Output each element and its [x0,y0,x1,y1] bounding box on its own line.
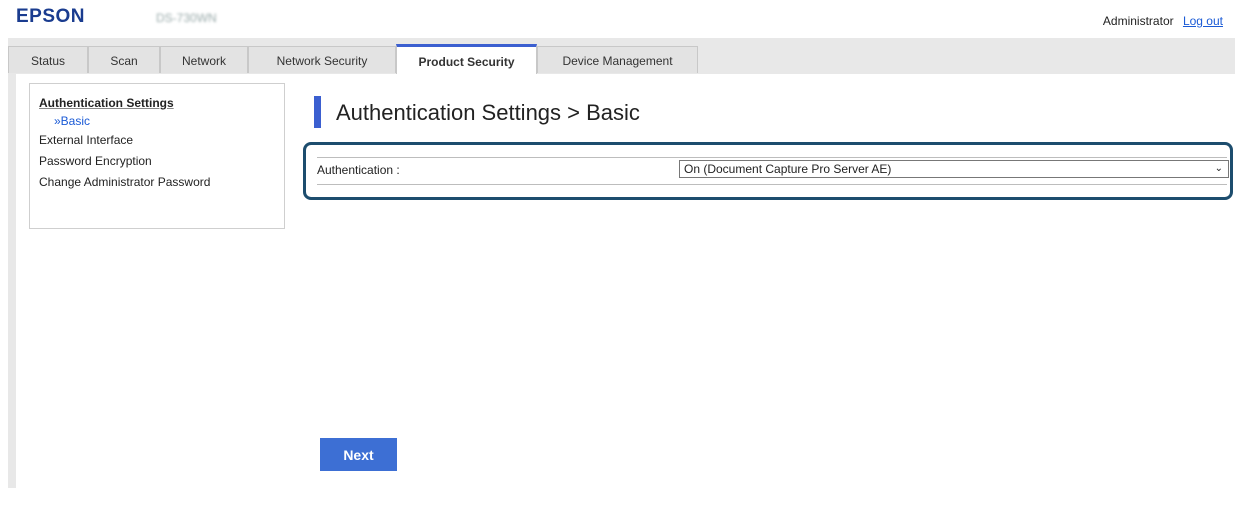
sidebar-item-password-encryption[interactable]: Password Encryption [39,154,284,168]
next-button[interactable]: Next [320,438,397,471]
authentication-select-value: On (Document Capture Pro Server AE) [684,162,892,176]
sidebar-item-change-admin-password[interactable]: Change Administrator Password [39,175,284,189]
authentication-select[interactable]: On (Document Capture Pro Server AE) ⌄ [679,160,1229,178]
sidebar: Authentication Settings »Basic External … [29,83,285,229]
sidebar-heading-authentication-settings[interactable]: Authentication Settings [39,96,284,110]
logout-link[interactable]: Log out [1183,14,1223,28]
tab-status[interactable]: Status [8,46,88,73]
sidebar-item-basic[interactable]: »Basic [54,114,284,128]
sidebar-item-external-interface[interactable]: External Interface [39,133,284,147]
user-label: Administrator [1102,14,1174,28]
user-area: Administrator Log out [1103,14,1223,28]
chevron-down-icon: ⌄ [1214,163,1223,174]
tab-device-management[interactable]: Device Management [537,46,698,73]
authentication-label: Authentication : [317,163,400,177]
top-bar: EPSON DS-730WN Administrator Log out [0,0,1235,36]
content-panel: Authentication Settings »Basic External … [16,74,1235,488]
authentication-settings-box: Authentication : On (Document Capture Pr… [303,142,1233,200]
page-title: Authentication Settings > Basic [336,100,640,125]
tab-product-security[interactable]: Product Security [396,44,537,75]
tab-network[interactable]: Network [160,46,248,73]
model-name: DS-730WN [156,11,217,25]
title-accent-bar [314,96,321,128]
tab-network-security[interactable]: Network Security [248,46,396,73]
main-frame: Status Scan Network Network Security Pro… [8,38,1235,488]
epson-logo: EPSON [16,6,86,27]
authentication-row: Authentication : On (Document Capture Pr… [317,157,1229,185]
tab-scan[interactable]: Scan [88,46,160,73]
